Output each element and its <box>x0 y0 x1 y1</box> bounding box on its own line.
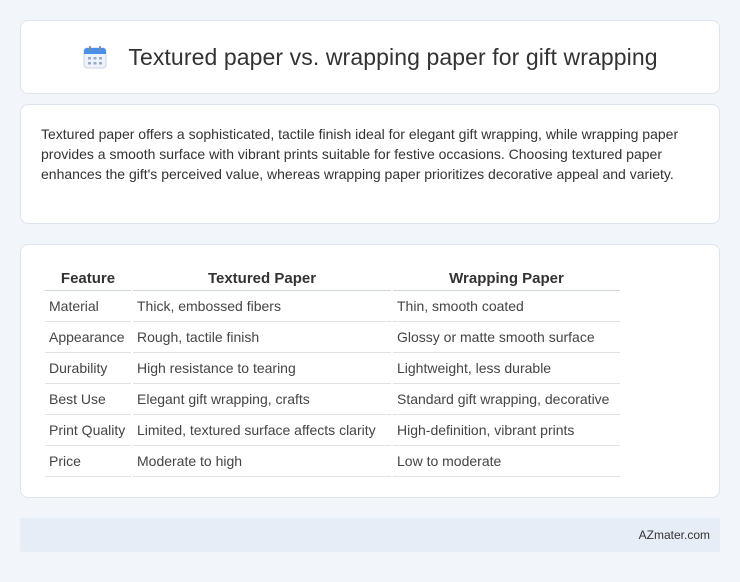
row-feature: Appearance <box>45 322 131 353</box>
row-wrapping-value: Lightweight, less durable <box>393 353 620 384</box>
row-wrapping-value: High-definition, vibrant prints <box>393 415 620 446</box>
row-wrapping-value: Thin, smooth coated <box>393 291 620 322</box>
row-wrapping-value: Glossy or matte smooth surface <box>393 322 620 353</box>
column-header-wrapping-paper: Wrapping Paper <box>393 267 620 291</box>
column-header-feature: Feature <box>45 267 131 291</box>
row-textured-value: Moderate to high <box>133 446 391 477</box>
row-textured-value: Limited, textured surface affects clarit… <box>133 415 391 446</box>
row-wrapping-value: Standard gift wrapping, decorative <box>393 384 620 415</box>
row-feature: Material <box>45 291 131 322</box>
footer-brand[interactable]: AZmater.com <box>639 528 710 542</box>
comparison-table: Feature Textured Paper Wrapping Paper Ma… <box>43 267 622 477</box>
row-wrapping-value: Low to moderate <box>393 446 620 477</box>
summary-card: Textured paper offers a sophisticated, t… <box>20 104 720 224</box>
table-row: Durability High resistance to tearing Li… <box>45 353 620 384</box>
table-header-row: Feature Textured Paper Wrapping Paper <box>45 267 620 291</box>
row-textured-value: Thick, embossed fibers <box>133 291 391 322</box>
table-row: Price Moderate to high Low to moderate <box>45 446 620 477</box>
comparison-table-card: Feature Textured Paper Wrapping Paper Ma… <box>20 244 720 498</box>
calendar-icon <box>83 46 107 69</box>
row-feature: Print Quality <box>45 415 131 446</box>
header-card: Textured paper vs. wrapping paper for gi… <box>20 20 720 94</box>
footer-bar: AZmater.com <box>20 518 720 552</box>
row-feature: Price <box>45 446 131 477</box>
row-textured-value: Elegant gift wrapping, crafts <box>133 384 391 415</box>
row-feature: Best Use <box>45 384 131 415</box>
row-textured-value: High resistance to tearing <box>133 353 391 384</box>
table-row: Material Thick, embossed fibers Thin, sm… <box>45 291 620 322</box>
row-textured-value: Rough, tactile finish <box>133 322 391 353</box>
page-title: Textured paper vs. wrapping paper for gi… <box>128 43 658 70</box>
table-row: Appearance Rough, tactile finish Glossy … <box>45 322 620 353</box>
row-feature: Durability <box>45 353 131 384</box>
title-wrap: Textured paper vs. wrapping paper for gi… <box>82 43 658 71</box>
summary-text: Textured paper offers a sophisticated, t… <box>41 126 679 182</box>
column-header-textured-paper: Textured Paper <box>133 267 391 291</box>
table-row: Best Use Elegant gift wrapping, crafts S… <box>45 384 620 415</box>
table-row: Print Quality Limited, textured surface … <box>45 415 620 446</box>
